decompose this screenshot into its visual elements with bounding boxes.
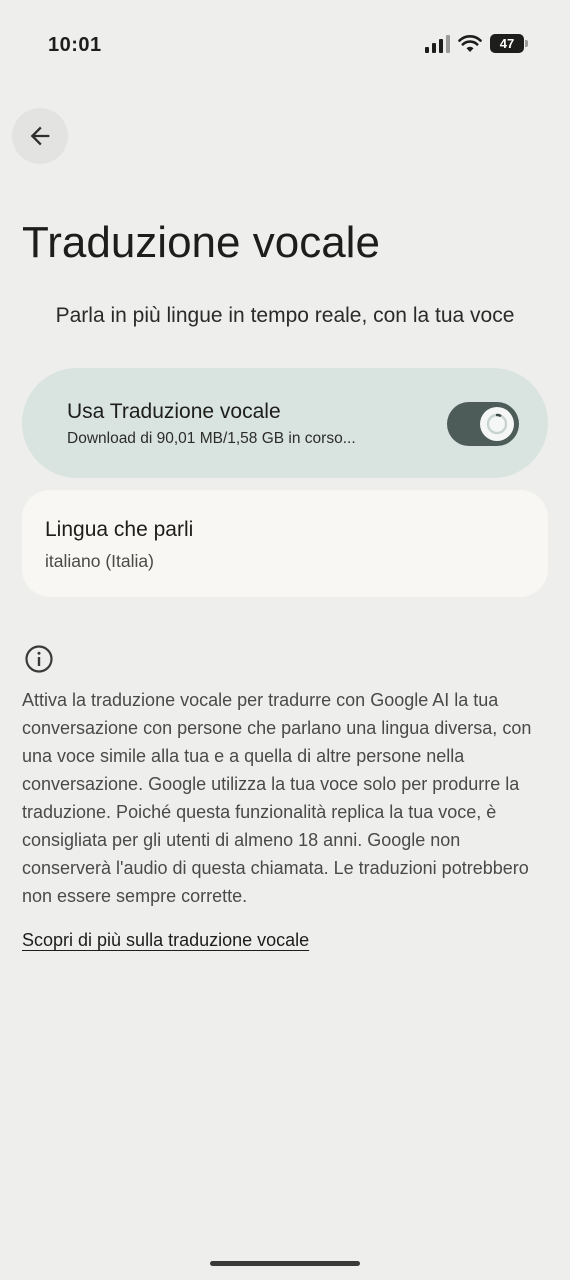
download-progress-icon: [486, 413, 508, 435]
wifi-icon: [458, 34, 482, 52]
arrow-back-icon: [30, 126, 50, 146]
voice-translation-toggle-card[interactable]: Usa Traduzione vocale Download di 90,01 …: [22, 368, 548, 478]
battery-icon: 47: [490, 34, 528, 53]
learn-more-link[interactable]: Scopri di più sulla traduzione vocale: [22, 930, 309, 951]
status-icons: 47: [425, 34, 528, 53]
spoken-language-card[interactable]: Lingua che parli italiano (Italia): [22, 490, 548, 597]
info-description: Attiva la traduzione vocale per tradurre…: [22, 690, 532, 906]
battery-level: 47: [499, 36, 515, 51]
status-time: 10:01: [48, 34, 102, 56]
spoken-language-value: italiano (Italia): [45, 551, 154, 571]
signal-icon: [425, 34, 450, 53]
toggle-title: Usa Traduzione vocale: [67, 400, 281, 423]
back-button[interactable]: [12, 108, 68, 164]
info-icon: [25, 645, 53, 673]
voice-translation-switch[interactable]: [447, 402, 519, 446]
page-title: Traduzione vocale: [22, 218, 380, 267]
spoken-language-title: Lingua che parli: [45, 518, 194, 541]
download-status: Download di 90,01 MB/1,58 GB in corso...: [67, 430, 356, 447]
page-subtitle: Parla in più lingue in tempo reale, con …: [55, 304, 515, 327]
switch-knob: [480, 407, 514, 441]
home-indicator[interactable]: [210, 1261, 360, 1266]
status-bar: 10:01 47: [0, 0, 570, 92]
